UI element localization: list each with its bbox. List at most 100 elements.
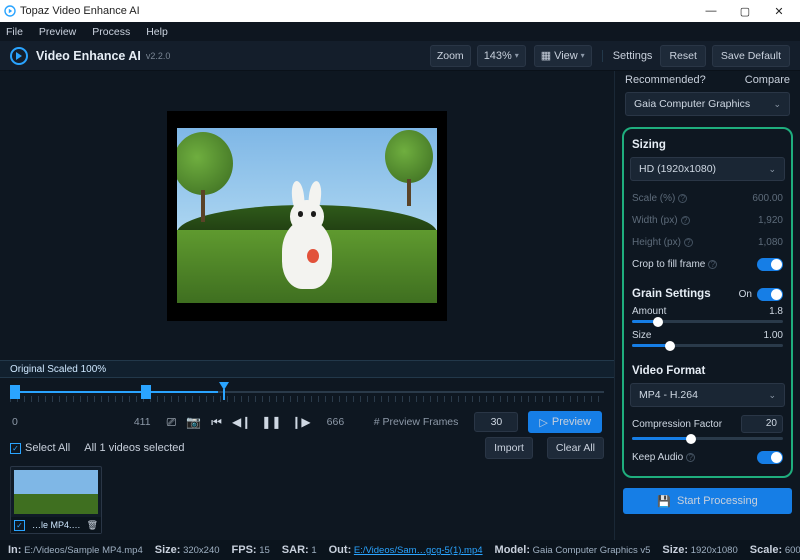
appbar: Video Enhance AI v2.2.0 Zoom 143% ▾ ▦ Vi… [0, 41, 800, 71]
thumbnail-preview [14, 470, 98, 514]
clear-all-button[interactable]: Clear All [547, 437, 604, 459]
crop-toggle[interactable] [757, 258, 783, 271]
grain-toggle[interactable] [757, 288, 783, 301]
file-toolbar: ✓Select All All 1 videos selected Import… [0, 436, 614, 460]
save-default-button[interactable]: Save Default [712, 45, 790, 67]
sizing-preset-select[interactable]: HD (1920x1080) ⌄ [630, 157, 785, 181]
grain-size-slider[interactable]: Size1.00 [630, 329, 785, 353]
preview-button[interactable]: ▷Preview [528, 411, 602, 433]
video-viewer[interactable] [0, 71, 614, 360]
thumbnail-checkbox[interactable]: ✓ [14, 520, 25, 531]
video-still [177, 128, 437, 303]
grain-on-label: On [739, 289, 752, 300]
help-icon[interactable]: ? [700, 74, 706, 86]
minimize-button[interactable]: — [694, 0, 728, 22]
preview-frames-label: # Preview Frames [354, 416, 458, 428]
status-size: 320x240 [183, 545, 219, 556]
app-icon [4, 5, 16, 17]
height-label: Height (px) [632, 237, 681, 248]
help-icon[interactable]: ? [686, 453, 695, 462]
chevron-down-icon: ⌄ [768, 390, 776, 401]
preview-mode-bar: Original Scaled 100% [0, 360, 614, 378]
step-back-icon[interactable]: ◀❙ [232, 415, 251, 429]
menu-preview[interactable]: Preview [39, 26, 76, 38]
reset-button[interactable]: Reset [660, 45, 705, 67]
ai-model-select[interactable]: Gaia Computer Graphics ⌄ [625, 92, 790, 116]
status-size2-label: Size: [662, 544, 688, 556]
close-button[interactable]: ✕ [762, 0, 796, 22]
grain-size-label: Size [632, 330, 764, 341]
keep-audio-toggle[interactable] [757, 451, 783, 464]
status-in: E:/Videos/Sample MP4.mp4 [24, 545, 143, 556]
section-sizing-title: Sizing [632, 139, 783, 151]
playhead[interactable] [218, 382, 230, 400]
marker-icon[interactable]: ⎚ [167, 415, 177, 430]
settings-panel: Recommended? Compare Gaia Computer Graph… [614, 71, 800, 540]
section-format-title: Video Format [632, 365, 783, 377]
pause-icon[interactable]: ❚❚ [261, 415, 281, 429]
preview-frames-input[interactable]: 30 [474, 412, 518, 432]
zoom-value: 143% [484, 50, 512, 62]
status-out[interactable]: E:/Videos/Sam…gcg-5(1).mp4 [354, 545, 483, 556]
ai-model-value: Gaia Computer Graphics [634, 98, 773, 110]
codec-select[interactable]: MP4 - H.264 ⌄ [630, 383, 785, 407]
in-point-handle[interactable] [10, 385, 20, 399]
trash-icon[interactable]: 🗑 [87, 520, 98, 531]
status-size2: 1920x1080 [691, 545, 738, 556]
out-point-handle[interactable] [141, 385, 151, 399]
compression-slider[interactable] [686, 434, 696, 444]
status-scale-label: Scale: [750, 544, 782, 556]
status-model-label: Model: [495, 544, 530, 556]
menu-process[interactable]: Process [92, 26, 130, 38]
menubar: File Preview Process Help [0, 22, 800, 41]
camera-icon[interactable]: 📷 [186, 415, 201, 429]
titlebar[interactable]: Topaz Video Enhance AI — ▢ ✕ [0, 0, 800, 22]
chevron-down-icon: ▾ [515, 51, 519, 60]
import-button[interactable]: Import [485, 437, 533, 459]
menu-help[interactable]: Help [146, 26, 168, 38]
compression-value[interactable]: 20 [741, 415, 783, 433]
status-bar: In: E:/Videos/Sample MP4.mp4 Size: 320x2… [0, 540, 800, 560]
status-in-label: In: [8, 544, 21, 556]
menu-file[interactable]: File [6, 26, 23, 38]
product-name: Video Enhance AI [36, 49, 141, 63]
recommended-label: Recommended [625, 74, 700, 86]
codec-value: MP4 - H.264 [639, 389, 768, 401]
window-title: Topaz Video Enhance AI [20, 5, 694, 17]
thumbnail-strip: ✓ …le MP4.mp4 🗑 [0, 460, 614, 540]
help-icon[interactable]: ? [708, 260, 717, 269]
keep-audio-label: Keep Audio [632, 452, 683, 463]
status-model: Gaia Computer Graphics v5 [533, 545, 651, 556]
view-label: View [554, 50, 578, 62]
scale-label: Scale (%) [632, 193, 675, 204]
start-processing-button[interactable]: 💾 Start Processing [623, 488, 792, 514]
view-dropdown[interactable]: ▦ View ▾ [534, 45, 592, 67]
sizing-preset-value: HD (1920x1080) [639, 163, 768, 175]
status-sar-label: SAR: [282, 544, 309, 556]
crop-label: Crop to fill frame [632, 259, 705, 270]
highlighted-panel: Sizing HD (1920x1080) ⌄ Scale (%)?600.00… [622, 127, 793, 478]
width-value: 1,920 [758, 215, 783, 226]
select-all-label: Select All [25, 442, 70, 454]
frame-start: 0 [12, 416, 18, 428]
width-label: Width (px) [632, 215, 678, 226]
thumbnail-filename: …le MP4.mp4 [32, 520, 84, 530]
zoom-value-dropdown[interactable]: 143% ▾ [477, 45, 526, 67]
zoom-label: Zoom [430, 45, 471, 67]
status-size-label: Size: [155, 544, 181, 556]
skip-back-icon[interactable]: ⏮ [211, 415, 222, 430]
grain-amount-slider[interactable]: Amount1.8 [630, 305, 785, 329]
step-forward-icon[interactable]: ❙▶ [291, 415, 310, 429]
preview-button-label: Preview [552, 416, 591, 428]
compare-label[interactable]: Compare [745, 74, 790, 86]
thumbnail-item[interactable]: ✓ …le MP4.mp4 🗑 [10, 466, 102, 534]
status-sar: 1 [311, 545, 316, 556]
frame-current: 411 [134, 416, 151, 428]
help-icon[interactable]: ? [684, 238, 693, 247]
timeline[interactable] [10, 382, 604, 404]
select-all-checkbox[interactable]: ✓Select All [10, 442, 70, 454]
help-icon[interactable]: ? [681, 216, 690, 225]
help-icon[interactable]: ? [678, 194, 687, 203]
grain-size-value: 1.00 [764, 330, 783, 341]
maximize-button[interactable]: ▢ [728, 0, 762, 22]
